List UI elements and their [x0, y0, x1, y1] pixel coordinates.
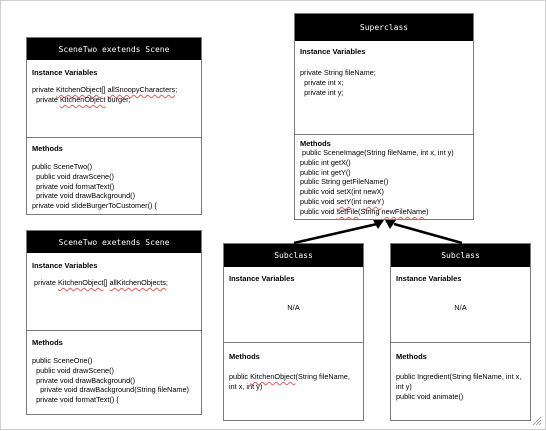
resize-grip-icon[interactable]: [532, 416, 542, 426]
inheritance-line-left: [293, 222, 378, 245]
diagram-canvas: SceneTwo exetends Scene Instance Variabl…: [0, 0, 546, 430]
inheritance-arrows: [293, 220, 463, 245]
inheritance-line-right: [393, 222, 463, 245]
